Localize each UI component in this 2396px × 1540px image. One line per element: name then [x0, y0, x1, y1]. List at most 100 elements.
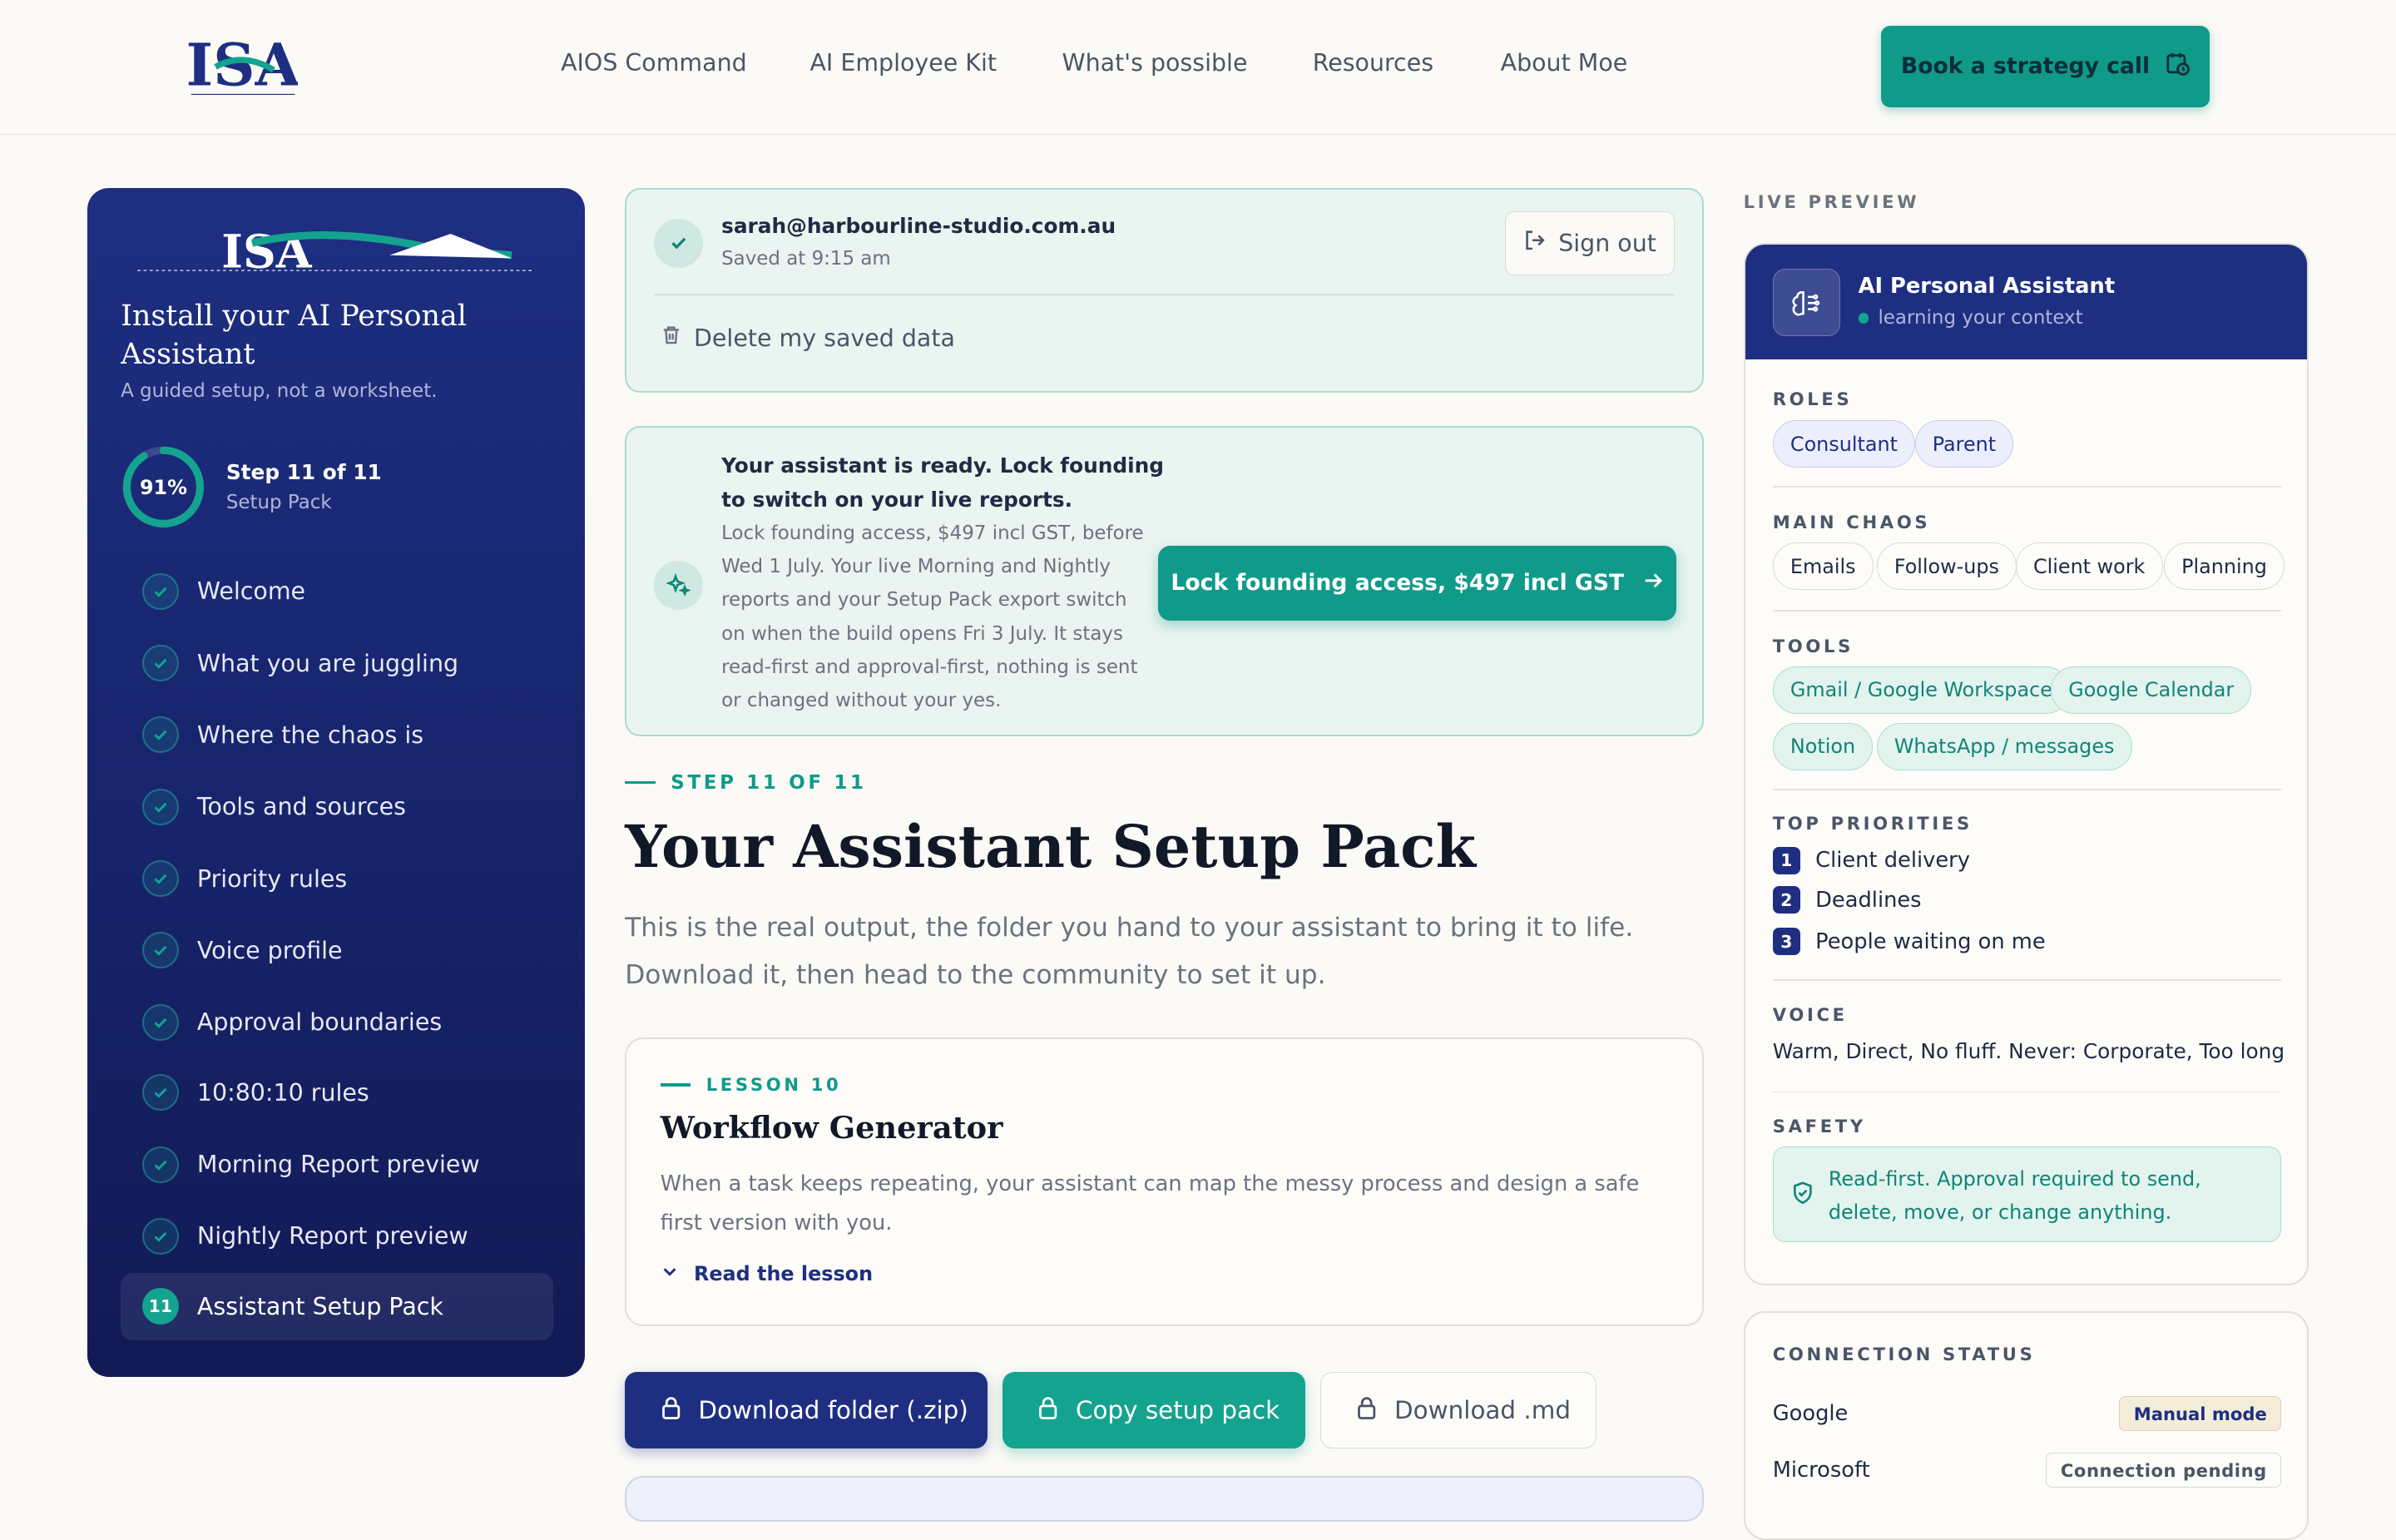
status-badge: Connection pending: [2046, 1453, 2282, 1488]
tool-chip: Google Calendar: [2051, 666, 2252, 714]
read-the-lesson-label: Read the lesson: [694, 1262, 874, 1286]
page-title: Your Assistant Setup Pack: [625, 813, 1477, 882]
lock-founding-button-label: Lock founding access, $497 incl GST: [1171, 570, 1625, 597]
sidebar-item-approval-boundaries[interactable]: Approval boundaries: [121, 988, 553, 1056]
sidebar-item-label: Priority rules: [196, 864, 348, 893]
status-dot: [1858, 312, 1869, 324]
lock-icon: [1036, 1395, 1060, 1425]
book-strategy-call-label: Book a strategy call: [1900, 53, 2151, 80]
assistant-brain-icon: [1772, 269, 1840, 337]
role-chip: Consultant: [1772, 420, 1916, 468]
page-description: This is the real output, the folder you …: [625, 913, 1634, 991]
voice-value: Warm, Direct, No fluff. Never: Corporate…: [1772, 1039, 2285, 1064]
sidebar-item-10-80-10-rules[interactable]: 10:80:10 rules: [121, 1059, 553, 1127]
live-preview-label: LIVE PREVIEW: [1743, 191, 1920, 212]
assistant-name: AI Personal Assistant: [1858, 273, 2116, 299]
read-the-lesson-toggle[interactable]: Read the lesson: [661, 1262, 873, 1285]
chaos-chip: Emails: [1772, 542, 1874, 591]
sidebar-item-assistant-setup-pack[interactable]: 11 Assistant Setup Pack: [121, 1272, 553, 1340]
check-circle-icon: [141, 860, 179, 898]
sparkles-icon: [654, 561, 704, 610]
step-name: Setup Pack: [225, 492, 332, 514]
sidebar-item-label: Nightly Report preview: [196, 1222, 468, 1250]
connection-status-card: CONNECTION STATUS Google Manual mode Mic…: [1743, 1310, 2309, 1540]
chaos-chip: Client work: [2015, 542, 2163, 591]
sidebar-item-label: Where the chaos is: [196, 720, 424, 749]
sidebar-item-morning-report-preview[interactable]: Morning Report preview: [121, 1131, 553, 1198]
lock-founding-access-button[interactable]: Lock founding access, $497 incl GST: [1158, 545, 1676, 621]
sidebar-isa-logo: ISA: [130, 215, 542, 278]
download-md-button[interactable]: Download .md: [1319, 1372, 1597, 1449]
safety-box: Read-first. Approval required to send, d…: [1772, 1146, 2282, 1243]
nav-link-about-moe[interactable]: About Moe: [1501, 49, 1628, 77]
safety-label: SAFETY: [1772, 1115, 1866, 1136]
delete-saved-data-button[interactable]: Delete my saved data: [661, 324, 955, 352]
lock-founding-body: Lock founding access, $497 incl GST, bef…: [721, 522, 1144, 712]
main-chaos-label: MAIN CHAOS: [1772, 512, 1931, 533]
tool-chip: WhatsApp / messages: [1876, 722, 2132, 770]
download-folder-zip-button[interactable]: Download folder (.zip): [625, 1372, 988, 1449]
sidebar-item-tools-and-sources[interactable]: Tools and sources: [121, 773, 553, 840]
sidebar-item-nightly-report-preview[interactable]: Nightly Report preview: [121, 1202, 553, 1270]
sidebar-item-label: Voice profile: [196, 936, 343, 964]
download-md-label: Download .md: [1394, 1396, 1571, 1425]
lesson-card: LESSON 10 Workflow Generator When a task…: [625, 1037, 1704, 1327]
sidebar-item-what-you-are-juggling[interactable]: What you are juggling: [121, 630, 553, 697]
sidebar-item-label: What you are juggling: [196, 649, 459, 677]
lock-founding-card: Your assistant is ready. Lock founding t…: [625, 426, 1704, 737]
sign-out-icon: [1523, 229, 1547, 258]
arrow-right-icon: [1642, 570, 1664, 597]
tools-label: TOOLS: [1772, 636, 1854, 657]
check-circle-icon: [141, 788, 179, 825]
step-count: Step 11 of 11: [225, 459, 382, 484]
divider: [1772, 486, 2282, 488]
sidebar-item-voice-profile[interactable]: Voice profile: [121, 917, 553, 984]
priority-label: People waiting on me: [1815, 928, 2046, 954]
nav-link-whats-possible[interactable]: What's possible: [1062, 49, 1248, 77]
sidebar-item-welcome[interactable]: Welcome: [121, 557, 553, 625]
shield-check-icon: [1792, 1181, 1814, 1211]
status-badge: Manual mode: [2119, 1396, 2282, 1431]
check-circle-icon: [141, 572, 179, 610]
assistant-status: learning your context: [1858, 307, 2083, 329]
sidebar-item-label: 10:80:10 rules: [196, 1078, 369, 1107]
lesson-eyebrow: LESSON 10: [660, 1074, 842, 1095]
book-strategy-call-button[interactable]: Book a strategy call: [1880, 26, 2210, 107]
live-preview-card: AI Personal Assistant learning your cont…: [1743, 243, 2309, 1285]
divider: [1772, 979, 2282, 982]
connection-status-label: CONNECTION STATUS: [1772, 1343, 2036, 1364]
preview-header: AI Personal Assistant learning your cont…: [1745, 245, 2308, 359]
connection-row-google: Google Manual mode: [1773, 1395, 2282, 1432]
nav-link-resources[interactable]: Resources: [1313, 49, 1433, 77]
copy-setup-pack-button[interactable]: Copy setup pack: [1002, 1372, 1305, 1449]
connection-row-microsoft: Microsoft Connection pending: [1773, 1452, 2282, 1488]
divider: [654, 293, 1675, 295]
priority-item: 3 People waiting on me: [1772, 928, 2046, 956]
sidebar-item-priority-rules[interactable]: Priority rules: [121, 845, 553, 913]
lesson-title: Workflow Generator: [660, 1109, 1003, 1146]
chaos-chip: Follow-ups: [1876, 542, 2017, 591]
sidebar-item-label: Assistant Setup Pack: [196, 1292, 443, 1320]
sidebar-item-label: Approval boundaries: [196, 1008, 443, 1037]
saved-timestamp: Saved at 9:15 am: [721, 247, 891, 270]
assistant-status-text: learning your context: [1878, 307, 2083, 329]
sidebar-item-label: Morning Report preview: [196, 1151, 480, 1179]
lesson-description: When a task keeps repeating, your assist…: [660, 1171, 1640, 1236]
sign-out-label: Sign out: [1558, 229, 1656, 257]
chevron-down-icon: [661, 1262, 679, 1285]
check-circle-icon: [141, 1146, 179, 1183]
sign-out-button[interactable]: Sign out: [1505, 210, 1675, 275]
tool-chip: Gmail / Google Workspace: [1772, 666, 2071, 714]
sidebar-item-where-the-chaos-is[interactable]: Where the chaos is: [121, 701, 553, 769]
connection-name: Google: [1772, 1401, 1849, 1427]
step-eyebrow-label: STEP 11 OF 11: [671, 771, 867, 794]
delete-data-label: Delete my saved data: [694, 324, 955, 352]
lock-icon: [659, 1395, 683, 1425]
nav-link-aios-command[interactable]: AIOS Command: [561, 49, 747, 77]
copy-setup-pack-label: Copy setup pack: [1076, 1396, 1280, 1425]
step-eyebrow: STEP 11 OF 11: [625, 772, 866, 794]
nav-link-ai-employee-kit[interactable]: AI Employee Kit: [809, 49, 997, 77]
priority-item: 1 Client delivery: [1772, 846, 1970, 874]
isa-logo[interactable]: ISA: [186, 24, 300, 106]
setup-sidebar: ISA Install your AI Personal Assistant A…: [87, 187, 586, 1377]
